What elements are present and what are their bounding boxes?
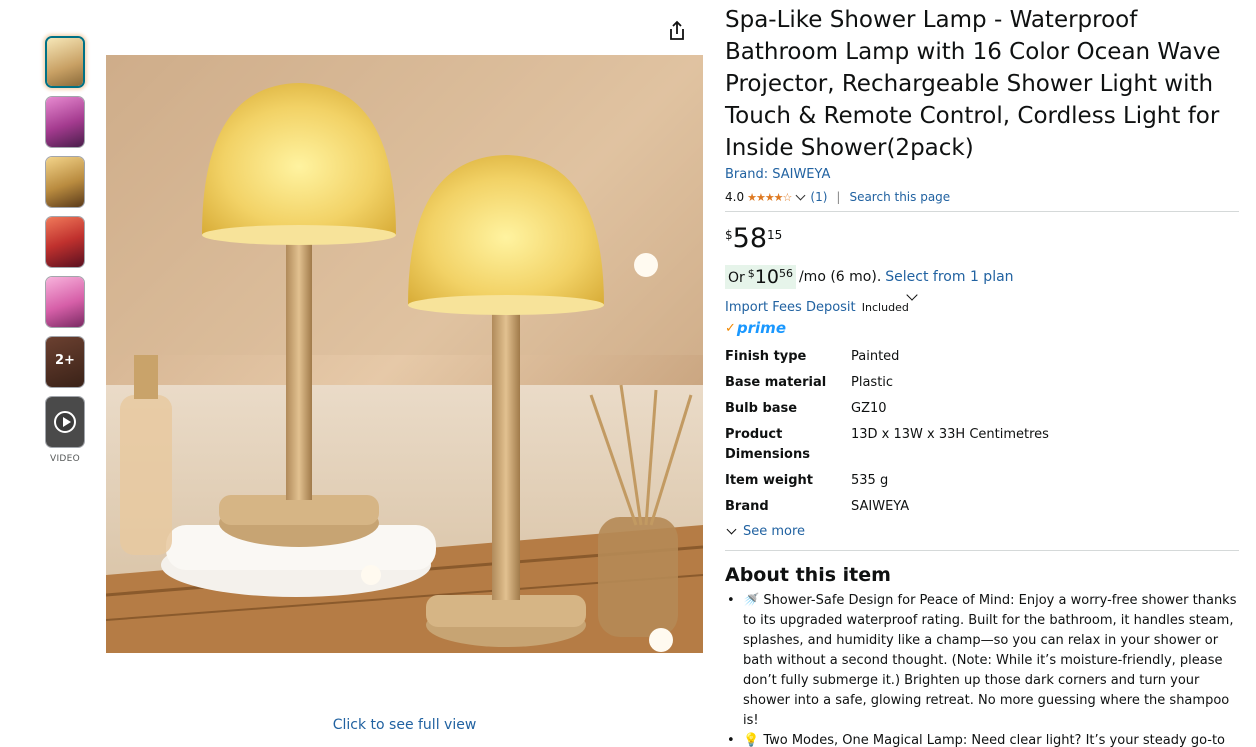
- thumbnail-2[interactable]: [45, 96, 85, 148]
- rating-row: 4.0 ★★★★☆ (1) | Search this page: [725, 188, 1239, 206]
- main-product-image[interactable]: [106, 55, 703, 653]
- monthly-whole: 10: [754, 266, 779, 288]
- import-included: Included: [861, 301, 909, 314]
- spec-value: 13D x 13W x 33H Centimetres: [851, 427, 1049, 442]
- spec-key: Base material: [725, 375, 827, 390]
- price: $ 58 15: [725, 224, 1239, 260]
- spec-value: Plastic: [851, 375, 894, 390]
- list-item: 🚿 Shower-Safe Design for Peace of Mind: …: [725, 591, 1239, 731]
- about-bullets: 🚿 Shower-Safe Design for Peace of Mind: …: [725, 591, 1239, 747]
- table-row: Bulb base GZ10: [725, 396, 1049, 422]
- star-rating-icon[interactable]: ★★★★☆: [747, 191, 792, 204]
- play-icon: [54, 411, 76, 433]
- spec-key: Bulb base: [725, 401, 798, 416]
- separator: |: [836, 190, 841, 204]
- chevron-down-icon[interactable]: [906, 289, 918, 301]
- thumbnail-strip: 2+ VIDEO: [45, 36, 85, 464]
- table-row: Base material Plastic: [725, 370, 1049, 396]
- about-title: About this item: [725, 564, 891, 586]
- monthly-badge: Or $ 10 56: [725, 265, 796, 289]
- spec-key: Brand: [725, 499, 769, 514]
- divider: [725, 211, 1239, 212]
- rating-value: 4.0: [725, 190, 745, 204]
- spec-value: GZ10: [851, 401, 887, 416]
- see-more-label: See more: [743, 524, 806, 539]
- product-details: Spa-Like Shower Lamp - Waterproof Bathro…: [725, 4, 1239, 747]
- monthly-symbol: $: [747, 267, 755, 280]
- monthly-fraction: 56: [778, 267, 793, 280]
- thumbnail-4[interactable]: [45, 216, 85, 268]
- price-whole: 58: [732, 223, 767, 254]
- divider: [725, 550, 1239, 551]
- thumbnail-1[interactable]: [45, 36, 85, 88]
- video-label: VIDEO: [49, 454, 80, 464]
- table-row: Item weight 535 g: [725, 468, 1049, 494]
- price-fraction: 15: [767, 228, 783, 242]
- spec-value: 535 g: [851, 473, 889, 488]
- monthly-payment: Or $ 10 56 /mo (6 mo). Select from 1 pla…: [725, 264, 1239, 290]
- share-icon[interactable]: [666, 20, 688, 42]
- chevron-down-icon: [726, 524, 737, 535]
- spec-key: Item weight: [725, 473, 813, 488]
- spec-value: Painted: [851, 349, 900, 364]
- chevron-down-icon[interactable]: [795, 190, 806, 200]
- thumbnail-video[interactable]: [45, 396, 85, 448]
- product-title: Spa-Like Shower Lamp - Waterproof Bathro…: [725, 7, 1221, 161]
- prime-badge: ✓ prime: [725, 318, 1239, 338]
- list-item: 💡 Two Modes, One Magical Lamp: Need clea…: [725, 731, 1239, 747]
- table-row: Brand SAIWEYA: [725, 494, 1049, 520]
- spec-value: SAIWEYA: [851, 499, 910, 514]
- see-more-button[interactable]: See more: [725, 524, 1239, 539]
- thumbnail-more[interactable]: 2+: [45, 336, 85, 388]
- select-plan-link[interactable]: Select from 1 plan: [885, 269, 1013, 285]
- prime-check-icon: ✓: [725, 320, 736, 336]
- price-symbol: $: [725, 228, 733, 242]
- spec-key: Finish type: [725, 349, 807, 364]
- search-page-link[interactable]: Search this page: [849, 190, 950, 204]
- more-count: 2+: [55, 353, 75, 368]
- full-view-link[interactable]: Click to see full view: [106, 717, 703, 733]
- thumbnail-3[interactable]: [45, 156, 85, 208]
- specs-table: Finish type Painted Base material Plastic …: [725, 344, 1049, 520]
- monthly-terms: /mo (6 mo).: [798, 269, 882, 285]
- table-row: Finish type Painted: [725, 344, 1049, 370]
- import-fees-link[interactable]: Import Fees Deposit: [725, 300, 856, 315]
- prime-label: prime: [736, 319, 786, 337]
- brand-link[interactable]: Brand: SAIWEYA: [725, 166, 1239, 184]
- import-fees: Import Fees Deposit Included: [725, 289, 1239, 318]
- rating-count-link[interactable]: (1): [810, 190, 827, 204]
- spec-key: Product Dimensions: [725, 427, 810, 462]
- thumbnail-5[interactable]: [45, 276, 85, 328]
- monthly-or: Or: [728, 270, 745, 286]
- table-row: Product Dimensions 13D x 13W x 33H Centim…: [725, 422, 1049, 468]
